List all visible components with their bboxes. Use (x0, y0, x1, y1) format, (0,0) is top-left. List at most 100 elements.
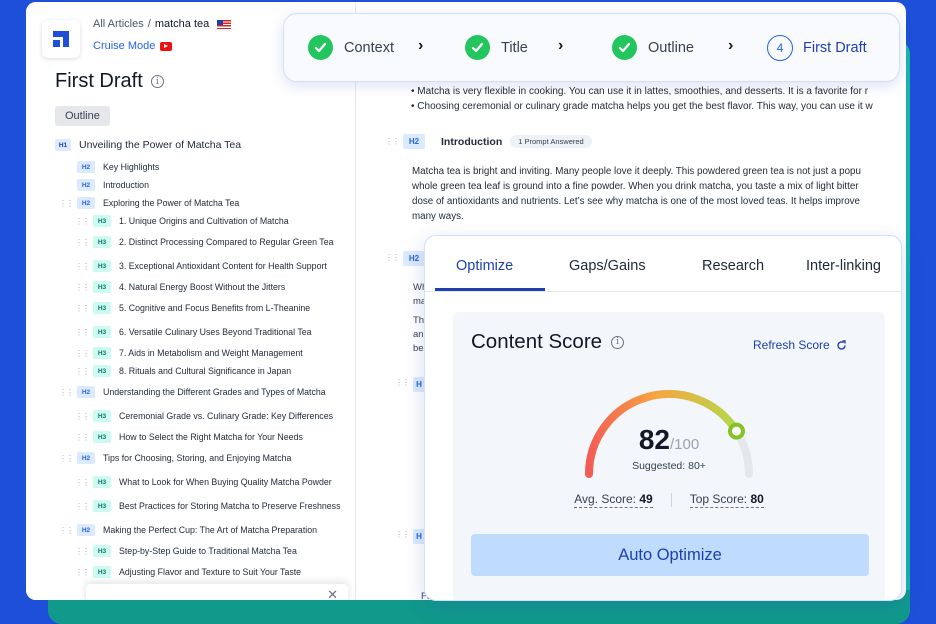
outline-item[interactable]: ⋮⋮ H3 5. Cognitive and Focus Benefits from… (26, 296, 356, 320)
sidebar-title: First Draft i (55, 70, 164, 93)
intro-paragraph[interactable]: Matcha tea is bright and inviting. Many … (412, 164, 906, 224)
breadcrumb-current: matcha tea (154, 18, 210, 30)
drag-handle-icon[interactable]: ⋮⋮ (59, 388, 74, 397)
bullet-list: • Matcha is very flexible in cooking. Yo… (411, 84, 873, 114)
outline-item[interactable]: ⋮⋮ H3 Adjusting Flavor and Texture to Suit… (26, 560, 356, 584)
outline-item[interactable]: ⋮⋮ H3 3. Exceptional Antioxidant Content f… (26, 254, 356, 278)
step-first-draft[interactable]: 4 First Draft (767, 34, 867, 61)
tab-inter-linking[interactable]: Inter-linking (806, 258, 881, 274)
outline-item-label: Ceremonial Grade vs. Culinary Grade: Key… (119, 411, 333, 421)
divider (670, 493, 672, 507)
cruise-mode-link[interactable]: Cruise Mode (93, 40, 173, 52)
cruise-mode-label: Cruise Mode (93, 40, 156, 52)
tab-research[interactable]: Research (702, 258, 764, 274)
h3-tag: H3 (93, 215, 111, 227)
outline-item[interactable]: ⋮⋮ H3 Step-by-Step Guide to Traditional Ma… (26, 542, 356, 560)
outline-item[interactable]: ⋮⋮ H3 What to Look for When Buying Quality… (26, 470, 356, 494)
h3-tag: H3 (93, 431, 111, 443)
panel-tabs: Optimize Gaps/Gains Research Inter-linki… (425, 236, 901, 292)
outline-item[interactable]: H2 Introduction (26, 176, 356, 194)
outline-item-label: 4. Natural Energy Boost Without the Jitt… (119, 282, 286, 292)
drag-handle-icon[interactable]: ⋮⋮ (59, 526, 74, 535)
sidebar: All Articles / matcha tea Cruise Mode Fi… (26, 2, 356, 600)
outline-item[interactable]: ⋮⋮ H2 Making the Perfect Cup: The Art of M… (26, 518, 356, 542)
check-icon (465, 35, 490, 60)
outline-item[interactable]: ⋮⋮ H3 2. Distinct Processing Compared to R… (26, 230, 356, 254)
outline-item[interactable]: ⋮⋮ H2 Exploring the Power of Matcha Tea (26, 194, 356, 212)
avg-score[interactable]: Avg. Score: 49 (574, 492, 653, 508)
drag-handle-icon[interactable]: ⋮⋮ (75, 367, 90, 376)
drag-handle-icon[interactable]: ⋮⋮ (75, 262, 90, 271)
refresh-score-button[interactable]: Refresh Score (753, 338, 847, 352)
info-icon[interactable]: i (150, 75, 164, 88)
content-score-label: Content Score (471, 330, 603, 353)
outline-item[interactable]: ⋮⋮ H3 6. Versatile Culinary Uses Beyond Tr… (26, 320, 356, 344)
chevron-right-icon: › (418, 37, 424, 54)
drag-handle-icon[interactable]: ⋮⋮ (75, 328, 90, 337)
paragraph-line: many ways. (412, 211, 464, 222)
step-title[interactable]: Title (465, 35, 528, 60)
drag-handle-icon[interactable]: ⋮⋮ (75, 502, 90, 511)
h2-tag: H2 (77, 524, 95, 536)
drag-handle-icon[interactable]: ⋮⋮ (75, 412, 90, 421)
step-context[interactable]: Context (308, 35, 394, 60)
outline-item[interactable]: ⋮⋮ H3 8. Rituals and Cultural Significance… (26, 362, 356, 380)
top-score[interactable]: Top Score: 80 (689, 492, 764, 508)
outline-item[interactable]: ⋮⋮ H3 7. Aids in Metabolism and Weight Man… (26, 344, 356, 362)
outline-tab[interactable]: Outline (55, 106, 110, 126)
logo-icon (53, 31, 69, 47)
breadcrumb-root[interactable]: All Articles (93, 18, 144, 30)
drag-handle-icon[interactable]: ⋮⋮ (75, 238, 90, 247)
outline-item[interactable]: H1 Unveiling the Power of Matcha Tea (26, 132, 356, 158)
prompt-badge[interactable]: 1 Prompt Answered (510, 135, 592, 148)
drag-handle-icon[interactable]: ⋮⋮ (395, 530, 410, 539)
paragraph-line: Matcha tea is bright and inviting. Many … (412, 166, 861, 177)
outline-item[interactable]: ⋮⋮ H3 How to Select the Right Matcha for Y… (26, 428, 356, 446)
drag-handle-icon[interactable]: ⋮⋮ (59, 454, 74, 463)
app-logo[interactable] (42, 20, 80, 58)
step-number: 4 (767, 34, 793, 61)
score-max: /100 (669, 436, 700, 453)
drag-handle-icon[interactable]: ⋮⋮ (75, 478, 90, 487)
drag-handle-icon[interactable]: ⋮⋮ (59, 199, 74, 208)
drag-handle-icon[interactable]: ⋮⋮ (75, 433, 90, 442)
outline-item[interactable]: ⋮⋮ H2 Understanding the Different Grades a… (26, 380, 356, 404)
suggested-score: Suggested: 80+ (632, 460, 706, 472)
close-icon[interactable]: ✕ (327, 587, 338, 600)
h2-tag: H2 (77, 179, 95, 191)
h3-tag: H3 (93, 326, 111, 338)
h3-tag: H3 (93, 410, 111, 422)
drag-handle-icon[interactable]: ⋮⋮ (75, 547, 90, 556)
outline-item[interactable]: ⋮⋮ H2 Tips for Choosing, Storing, and Enjo… (26, 446, 356, 470)
info-icon[interactable]: i (611, 335, 625, 349)
outline-item[interactable]: ⋮⋮ H3 4. Natural Energy Boost Without the … (26, 278, 356, 296)
outline-item-label: What to Look for When Buying Quality Mat… (119, 477, 332, 487)
drag-handle-icon[interactable]: ⋮⋮ (75, 349, 90, 358)
step-outline[interactable]: Outline (612, 35, 694, 60)
drag-handle-icon[interactable]: ⋮⋮ (385, 253, 400, 262)
tab-optimize[interactable]: Optimize (456, 258, 513, 274)
drag-handle-icon[interactable]: ⋮⋮ (395, 378, 410, 387)
h2-tag: H2 (77, 452, 95, 464)
paragraph-line: dose of antioxidants and nutrients. Let’… (412, 196, 861, 207)
h3-tag: H3 (93, 545, 111, 557)
drag-handle-icon[interactable]: ⋮⋮ (385, 137, 400, 146)
auto-optimize-button[interactable]: Auto Optimize (471, 534, 869, 576)
progress-steps: Context › Title › Outline › 4 First Draf… (283, 13, 900, 82)
outline-item[interactable]: ⋮⋮ H3 Best Practices for Storing Matcha to… (26, 494, 356, 518)
bullet-item: • Matcha is very flexible in cooking. Yo… (411, 86, 869, 97)
h2-tag: H2 (403, 134, 425, 149)
drag-handle-icon[interactable]: ⋮⋮ (75, 283, 90, 292)
outline-item[interactable]: ⋮⋮ H3 1. Unique Origins and Cultivation of… (26, 212, 356, 230)
drag-handle-icon[interactable]: ⋮⋮ (75, 217, 90, 226)
avg-score-label: Avg. Score: (574, 492, 637, 506)
tab-gaps-gains[interactable]: Gaps/Gains (569, 258, 646, 274)
us-flag-icon (217, 19, 232, 29)
drag-handle-icon[interactable]: ⋮⋮ (75, 568, 90, 577)
outline-item[interactable]: H2 Key Highlights (26, 158, 356, 176)
step-label: Context (344, 39, 394, 56)
outline-item[interactable]: ⋮⋮ H3 Ceremonial Grade vs. Culinary Grade:… (26, 404, 356, 428)
drag-handle-icon[interactable]: ⋮⋮ (75, 304, 90, 313)
h3-tag: H3 (93, 281, 111, 293)
h1-tag: H1 (55, 139, 71, 151)
